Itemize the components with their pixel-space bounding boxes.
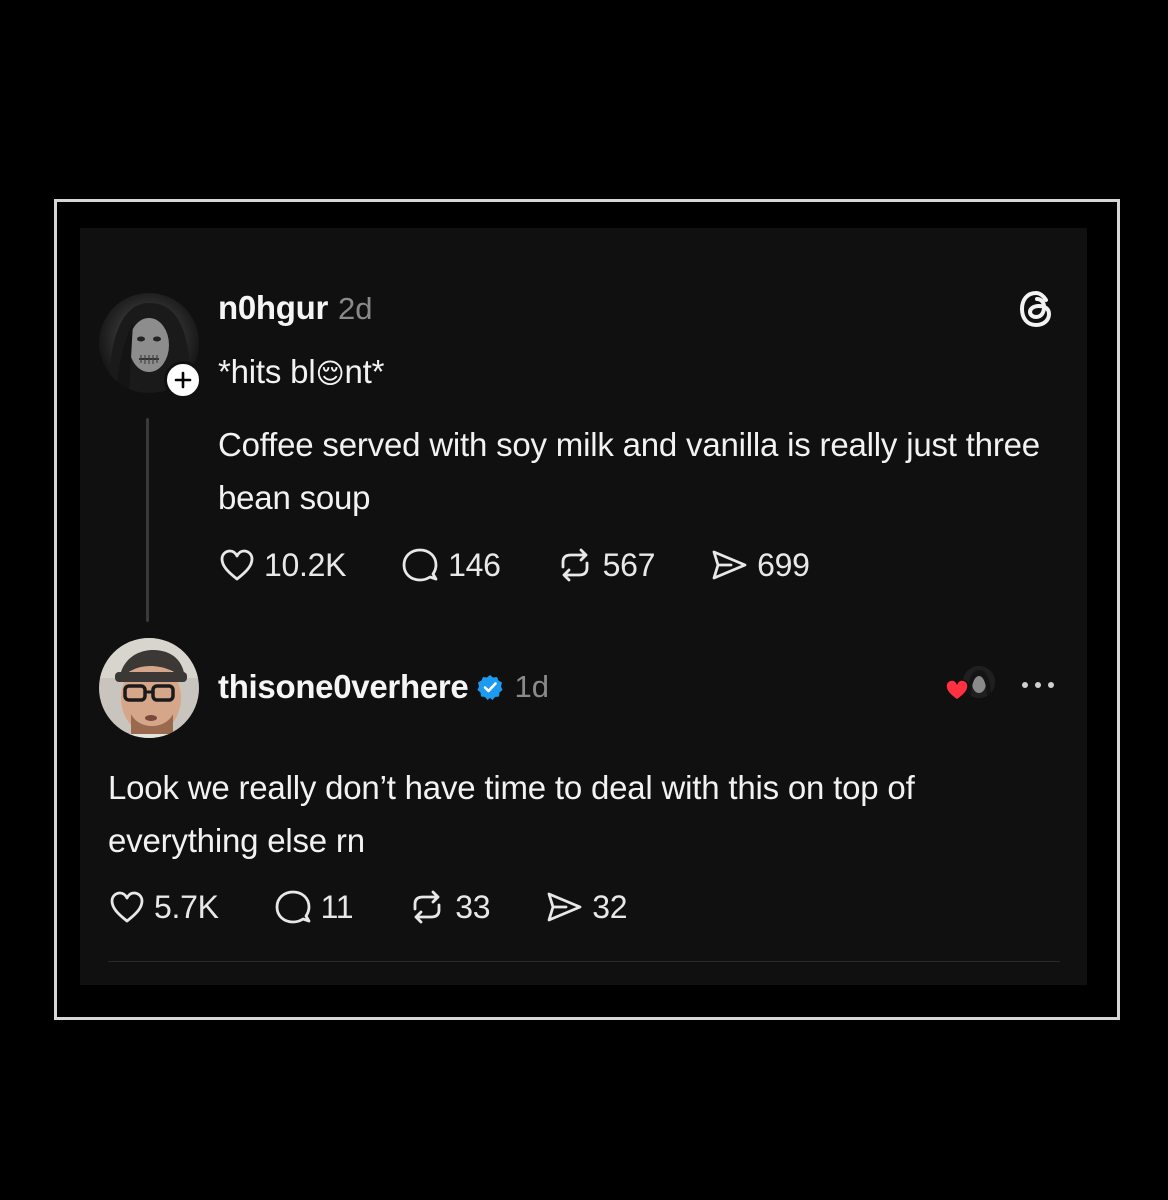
share-count: 699 bbox=[757, 546, 810, 583]
like-count: 10.2K bbox=[264, 546, 347, 583]
repost-icon bbox=[561, 548, 589, 582]
heart-icon bbox=[220, 549, 254, 581]
reply-header: thisone0verhere 1d bbox=[218, 668, 549, 706]
post-actions: 10.2K 146 567 699 bbox=[218, 546, 810, 584]
post-timestamp: 2d bbox=[338, 291, 373, 326]
reply-like-count: 5.7K bbox=[154, 888, 219, 925]
divider bbox=[108, 961, 1060, 962]
send-icon bbox=[712, 550, 747, 580]
send-icon bbox=[547, 892, 582, 922]
reply-reply-count: 11 bbox=[320, 888, 354, 925]
reply-body: Look we really don’t have time to deal w… bbox=[108, 769, 915, 859]
reply-timestamp: 1d bbox=[514, 669, 549, 704]
post-header: n0hgur 2d bbox=[218, 289, 373, 327]
relieved-face-emoji: 😌 bbox=[315, 358, 345, 389]
share-button[interactable]: 699 bbox=[709, 547, 810, 584]
post-username[interactable]: n0hgur bbox=[218, 289, 328, 327]
plus-icon bbox=[174, 371, 192, 389]
comment-bubble-icon bbox=[275, 890, 311, 924]
reply-username[interactable]: thisone0verhere bbox=[218, 668, 469, 706]
repost-icon bbox=[413, 890, 441, 924]
reply-repost-count: 33 bbox=[455, 888, 491, 925]
more-dots-icon bbox=[1022, 682, 1054, 688]
thread-card bbox=[80, 228, 1087, 985]
reply-actions: 5.7K 11 33 32 bbox=[108, 888, 628, 926]
reply-count: 146 bbox=[448, 546, 501, 583]
like-button[interactable]: 10.2K bbox=[218, 547, 346, 584]
more-options-button[interactable] bbox=[1020, 678, 1056, 696]
repost-button[interactable]: 567 bbox=[555, 546, 656, 584]
comment-bubble-icon bbox=[402, 548, 438, 582]
threads-logo-icon bbox=[1016, 288, 1058, 335]
reply-like-button[interactable]: 5.7K bbox=[108, 889, 219, 926]
follow-button[interactable] bbox=[164, 361, 202, 399]
verified-badge-icon bbox=[477, 675, 503, 700]
post-body: Coffee served with soy milk and vanilla … bbox=[218, 426, 1040, 516]
reply-share-count: 32 bbox=[592, 888, 628, 925]
heart-icon bbox=[110, 891, 144, 923]
post-first-line: *hits bl😌nt* bbox=[218, 353, 385, 390]
reply-repost-button[interactable]: 33 bbox=[407, 888, 491, 926]
repost-count: 567 bbox=[602, 546, 656, 583]
reply-reply-button[interactable]: 11 bbox=[273, 888, 354, 926]
liked-by-author-indicator[interactable] bbox=[944, 664, 1000, 704]
reply-button[interactable]: 146 bbox=[400, 546, 501, 584]
red-heart-icon bbox=[945, 679, 969, 701]
avatar-thisone0verhere[interactable] bbox=[99, 638, 199, 738]
thread-connector-line bbox=[146, 418, 149, 622]
reply-share-button[interactable]: 32 bbox=[544, 888, 628, 926]
